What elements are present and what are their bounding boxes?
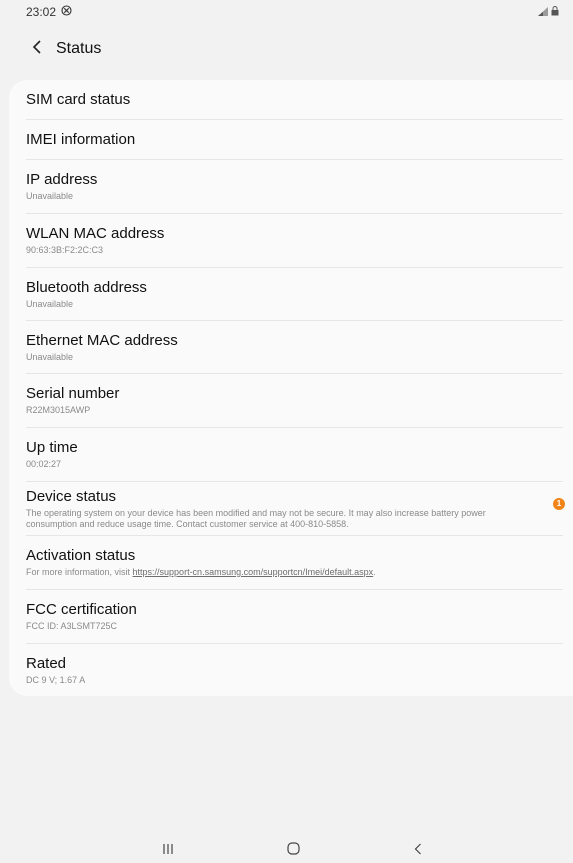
status-bar: 23:02 bbox=[0, 0, 573, 24]
item-title: WLAN MAC address bbox=[26, 225, 165, 242]
item-title: FCC certification bbox=[26, 601, 137, 618]
item-subtitle: Unavailable bbox=[26, 352, 74, 362]
clock: 23:02 bbox=[26, 5, 57, 19]
subtitle-suffix: . bbox=[373, 567, 376, 577]
item-title: Device status bbox=[26, 488, 117, 505]
item-title: Bluetooth address bbox=[26, 279, 147, 296]
item-title: Ethernet MAC address bbox=[26, 332, 178, 349]
item-subtitle: 90:63:3B:F2:2C:C3 bbox=[26, 245, 104, 255]
item-title: IP address bbox=[26, 171, 98, 188]
item-title: Rated bbox=[26, 655, 67, 672]
chevron-left-icon bbox=[32, 39, 42, 59]
subtitle-text: For more information, visit bbox=[26, 567, 133, 577]
item-subtitle: The operating system on your device has … bbox=[26, 508, 486, 529]
item-subtitle: FCC ID: A3LSMT725C bbox=[26, 621, 118, 631]
navigation-bar bbox=[0, 836, 573, 863]
list-item-ethernet-mac-address[interactable]: Ethernet MAC address Unavailable bbox=[26, 321, 563, 374]
list-item-ip-address[interactable]: IP address Unavailable bbox=[26, 160, 563, 214]
item-subtitle: DC 9 V; 1.67 A bbox=[26, 675, 86, 685]
list-item-device-status[interactable]: Device status The operating system on yo… bbox=[26, 482, 565, 536]
item-subtitle: For more information, visit https://supp… bbox=[26, 567, 563, 578]
list-item-activation-status[interactable]: Activation status For more information, … bbox=[26, 536, 563, 590]
recents-icon bbox=[162, 842, 174, 860]
item-title: Activation status bbox=[26, 547, 136, 564]
item-subtitle: 00:02:27 bbox=[26, 459, 62, 469]
status-bar-right bbox=[538, 5, 559, 19]
item-title: Up time bbox=[26, 439, 78, 456]
item-title: Serial number bbox=[26, 385, 120, 402]
item-subtitle: Unavailable bbox=[26, 191, 74, 201]
home-icon bbox=[286, 842, 300, 860]
list-item-sim-card-status[interactable]: SIM card status bbox=[26, 80, 563, 120]
list-item-fcc-certification[interactable]: FCC certification FCC ID: A3LSMT725C bbox=[26, 590, 563, 644]
home-button[interactable] bbox=[283, 842, 303, 860]
support-link[interactable]: https://support-cn.samsung.com/supportcn… bbox=[133, 567, 374, 577]
back-button[interactable] bbox=[26, 38, 48, 60]
notification-badge: 1 bbox=[553, 498, 565, 510]
item-title: IMEI information bbox=[26, 131, 136, 148]
lock-icon bbox=[551, 5, 559, 19]
recents-button[interactable] bbox=[158, 844, 178, 858]
back-icon bbox=[414, 842, 422, 860]
list-item-serial-number[interactable]: Serial number R22M3015AWP bbox=[26, 374, 563, 428]
status-bar-left: 23:02 bbox=[26, 5, 72, 19]
item-subtitle: R22M3015AWP bbox=[26, 405, 91, 415]
page-title: Status bbox=[56, 40, 102, 57]
status-list-card: SIM card status IMEI information IP addr… bbox=[9, 80, 573, 696]
item-subtitle: Unavailable bbox=[26, 299, 74, 309]
list-item-bluetooth-address[interactable]: Bluetooth address Unavailable bbox=[26, 268, 563, 321]
list-item-imei-information[interactable]: IMEI information bbox=[26, 120, 563, 160]
signal-icon bbox=[538, 5, 548, 19]
nav-back-button[interactable] bbox=[408, 842, 428, 860]
list-item-rated[interactable]: Rated DC 9 V; 1.67 A bbox=[26, 644, 563, 696]
app-bar: Status bbox=[0, 32, 573, 66]
item-title: SIM card status bbox=[26, 91, 131, 108]
blocked-notification-icon bbox=[61, 5, 72, 19]
list-item-up-time[interactable]: Up time 00:02:27 bbox=[26, 428, 563, 482]
list-item-wlan-mac-address[interactable]: WLAN MAC address 90:63:3B:F2:2C:C3 bbox=[26, 214, 563, 268]
